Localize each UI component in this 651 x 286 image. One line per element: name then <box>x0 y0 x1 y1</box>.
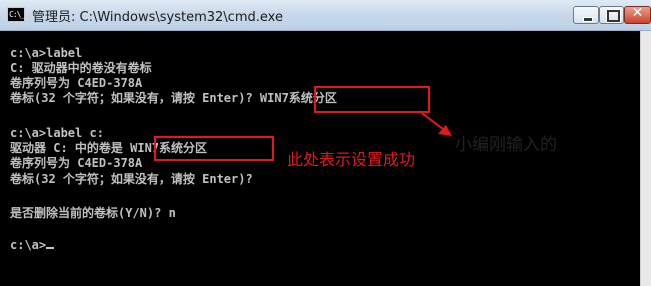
text-cursor <box>46 247 55 249</box>
console-line: 卷序列号为 C4ED-378A <box>10 76 143 90</box>
console-line: c:\a>label <box>10 46 83 60</box>
console-line: c:\a>label c: <box>10 126 104 140</box>
minimize-icon <box>583 17 593 22</box>
console-line: C: 驱动器中的卷没有卷标 <box>10 61 152 75</box>
console-line: 是否删除当前的卷标(Y/N)? n <box>10 206 176 220</box>
arrow-icon <box>418 110 452 136</box>
cmd-icon[interactable]: C:\_ <box>7 7 25 22</box>
console-line: 卷序列号为 C4ED-378A <box>10 156 143 170</box>
console-prompt: c:\a> <box>10 238 47 252</box>
close-icon: ✕ <box>631 5 644 21</box>
vertical-scrollbar[interactable] <box>640 31 651 286</box>
highlight-box-typed-label <box>314 86 430 113</box>
close-button[interactable]: ✕ <box>624 5 651 24</box>
maximize-button[interactable] <box>599 6 624 24</box>
minimize-button[interactable] <box>573 6 599 24</box>
annotation-success: 此处表示设置成功 <box>287 150 416 169</box>
console-line: 卷标(32 个字符；如果没有，请按 Enter)? <box>10 172 253 186</box>
highlight-box-current-label <box>154 136 274 161</box>
maximize-icon <box>607 10 620 22</box>
title-bar[interactable]: C:\_ 管理员: C:\Windows\system32\cmd.exe ✕ <box>0 0 651 31</box>
window-title: 管理员: C:\Windows\system32\cmd.exe <box>32 10 283 25</box>
console-line: 卷标(32 个字符；如果没有，请按 Enter)? WIN7系统分区 <box>10 91 337 105</box>
console-prompt-line: c:\a> <box>10 238 55 253</box>
cmd-icon-label: C:\_ <box>9 10 25 19</box>
cmd-window: C:\_ 管理员: C:\Windows\system32\cmd.exe ✕ … <box>0 0 651 286</box>
annotation-typed: 小编刚输入的 <box>455 135 557 155</box>
